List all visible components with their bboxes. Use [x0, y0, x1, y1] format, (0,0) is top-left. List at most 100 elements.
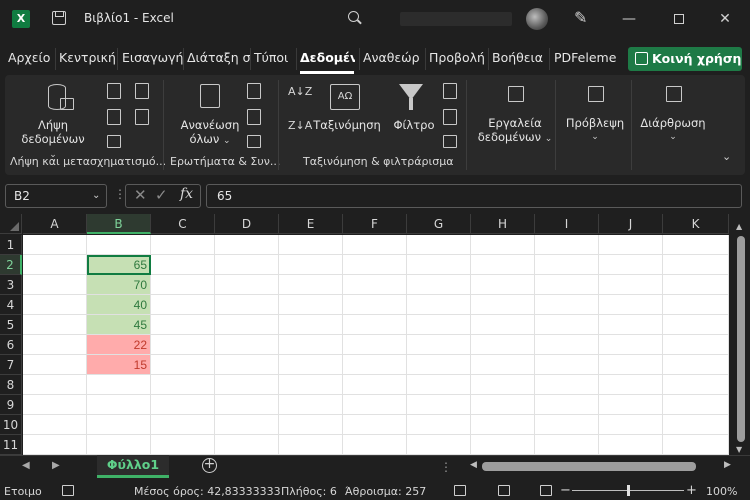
cell-g11[interactable] — [407, 435, 471, 455]
cell-k4[interactable] — [663, 295, 729, 315]
page-layout-icon[interactable] — [498, 485, 510, 496]
cell-e11[interactable] — [279, 435, 343, 455]
scroll-left-icon[interactable]: ◀ — [470, 460, 477, 470]
cell-d5[interactable] — [215, 315, 279, 335]
cell-d8[interactable] — [215, 375, 279, 395]
cell-c5[interactable] — [151, 315, 215, 335]
cell-e9[interactable] — [279, 395, 343, 415]
outline-button[interactable]: Διάρθρωση ⌄ — [636, 82, 710, 148]
cell-c4[interactable] — [151, 295, 215, 315]
status-count[interactable]: Πλήθος: 6 — [281, 485, 337, 498]
tab-view[interactable]: Προβολή — [429, 50, 485, 65]
cell-i10[interactable] — [535, 415, 599, 435]
sort-descending-button[interactable]: Z↓A — [288, 120, 312, 142]
vertical-scroll-thumb[interactable] — [737, 236, 745, 442]
accessibility-icon[interactable] — [62, 485, 74, 496]
column-header-b[interactable]: B — [87, 214, 151, 234]
row-header-7[interactable]: 7 — [0, 355, 22, 375]
row-header-8[interactable]: 8 — [0, 375, 22, 395]
collapse-ribbon-icon[interactable]: ⌄ — [722, 150, 738, 166]
cell-a2[interactable] — [23, 255, 87, 275]
cell-f6[interactable] — [343, 335, 407, 355]
cell-i9[interactable] — [535, 395, 599, 415]
cell-k11[interactable] — [663, 435, 729, 455]
normal-view-icon[interactable] — [454, 485, 466, 496]
cell-g8[interactable] — [407, 375, 471, 395]
cell-d7[interactable] — [215, 355, 279, 375]
row-header-1[interactable]: 1 — [0, 235, 22, 255]
tab-page-layout[interactable]: Διάταξη σ — [187, 50, 251, 65]
queries-connections-icon[interactable] — [247, 83, 261, 99]
cell-b2[interactable]: 65 — [87, 255, 151, 275]
cell-e10[interactable] — [279, 415, 343, 435]
zoom-in-button[interactable]: + — [686, 483, 697, 498]
filter-button[interactable]: Φίλτρο — [390, 82, 438, 148]
cell-e2[interactable] — [279, 255, 343, 275]
cell-h11[interactable] — [471, 435, 535, 455]
cell-c3[interactable] — [151, 275, 215, 295]
cell-d4[interactable] — [215, 295, 279, 315]
cell-e3[interactable] — [279, 275, 343, 295]
cell-e6[interactable] — [279, 335, 343, 355]
search-icon[interactable] — [348, 11, 359, 22]
cell-k8[interactable] — [663, 375, 729, 395]
share-button[interactable]: Κοινή χρήση — [628, 47, 742, 71]
zoom-slider-thumb[interactable] — [627, 485, 630, 496]
cell-d10[interactable] — [215, 415, 279, 435]
existing-connections-icon[interactable] — [135, 109, 149, 125]
chevron-down-icon[interactable]: ⌄ — [92, 190, 100, 201]
pen-icon[interactable]: ✎ — [574, 8, 587, 28]
cell-f1[interactable] — [343, 235, 407, 255]
cell-j7[interactable] — [599, 355, 663, 375]
cell-j9[interactable] — [599, 395, 663, 415]
page-break-preview-icon[interactable] — [540, 485, 552, 496]
cell-b3[interactable]: 70 — [87, 275, 151, 295]
row-header-5[interactable]: 5 — [0, 315, 22, 335]
cell-h8[interactable] — [471, 375, 535, 395]
cell-g7[interactable] — [407, 355, 471, 375]
cell-i7[interactable] — [535, 355, 599, 375]
cell-a1[interactable] — [23, 235, 87, 255]
cell-g2[interactable] — [407, 255, 471, 275]
cell-g10[interactable] — [407, 415, 471, 435]
cell-h6[interactable] — [471, 335, 535, 355]
clear-filter-icon[interactable] — [443, 83, 457, 99]
select-all-corner[interactable] — [0, 214, 22, 234]
cell-d11[interactable] — [215, 435, 279, 455]
cell-f10[interactable] — [343, 415, 407, 435]
cell-a4[interactable] — [23, 295, 87, 315]
properties-icon[interactable] — [247, 109, 261, 125]
column-header-k[interactable]: K — [663, 214, 729, 234]
cell-f2[interactable] — [343, 255, 407, 275]
avatar[interactable] — [526, 8, 548, 30]
cell-a6[interactable] — [23, 335, 87, 355]
cell-b4[interactable]: 40 — [87, 295, 151, 315]
row-header-9[interactable]: 9 — [0, 395, 22, 415]
sort-button[interactable]: ΑΩ Ταξινόμηση — [312, 82, 382, 148]
cell-h10[interactable] — [471, 415, 535, 435]
cell-g4[interactable] — [407, 295, 471, 315]
tab-split-handle[interactable]: ⋮ — [440, 460, 452, 474]
cell-c2[interactable] — [151, 255, 215, 275]
next-sheet-icon[interactable]: ▶ — [52, 460, 60, 471]
column-header-c[interactable]: C — [151, 214, 215, 234]
from-web-icon[interactable] — [107, 109, 121, 125]
cell-f11[interactable] — [343, 435, 407, 455]
cell-g1[interactable] — [407, 235, 471, 255]
cell-k1[interactable] — [663, 235, 729, 255]
cell-b9[interactable] — [87, 395, 151, 415]
horizontal-scroll-thumb[interactable] — [482, 462, 696, 471]
cell-h9[interactable] — [471, 395, 535, 415]
cell-i5[interactable] — [535, 315, 599, 335]
zoom-out-button[interactable]: − — [560, 483, 571, 498]
scroll-down-icon[interactable]: ▼ — [736, 445, 742, 454]
edit-links-icon[interactable] — [247, 135, 261, 148]
minimize-button[interactable]: — — [614, 8, 644, 30]
reapply-filter-icon[interactable] — [443, 109, 457, 125]
row-header-11[interactable]: 11 — [0, 435, 22, 455]
column-header-h[interactable]: H — [471, 214, 535, 234]
column-header-f[interactable]: F — [343, 214, 407, 234]
forecast-button[interactable]: Πρόβλεψη ⌄ — [562, 82, 628, 148]
scroll-right-icon[interactable]: ▶ — [724, 460, 731, 470]
cell-i3[interactable] — [535, 275, 599, 295]
